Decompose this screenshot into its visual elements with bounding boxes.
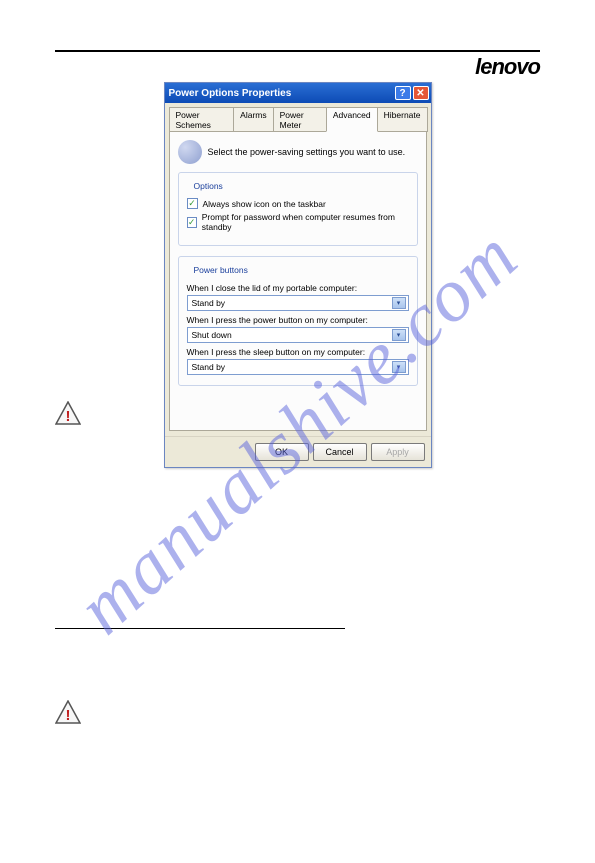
section-rule bbox=[55, 628, 345, 629]
tab-advanced[interactable]: Advanced bbox=[326, 107, 378, 132]
sleep-button-label: When I press the sleep button on my comp… bbox=[187, 347, 409, 357]
power-button-value: Shut down bbox=[192, 330, 232, 340]
tab-hibernate[interactable]: Hibernate bbox=[377, 107, 428, 132]
dialog-button-row: OK Cancel Apply bbox=[165, 436, 431, 467]
power-button-select[interactable]: Shut down ▾ bbox=[187, 327, 409, 343]
svg-text:!: ! bbox=[66, 707, 71, 724]
password-checkbox-label: Prompt for password when computer resume… bbox=[202, 212, 409, 232]
sleep-button-select[interactable]: Stand by ▾ bbox=[187, 359, 409, 375]
close-button[interactable]: ✕ bbox=[413, 86, 429, 100]
taskbar-checkbox[interactable]: ✓ bbox=[187, 198, 198, 209]
options-legend: Options bbox=[191, 181, 226, 191]
titlebar: Power Options Properties ? ✕ bbox=[165, 83, 431, 103]
lid-close-value: Stand by bbox=[192, 298, 226, 308]
header-rule bbox=[55, 50, 540, 52]
ok-button[interactable]: OK bbox=[255, 443, 309, 461]
dialog-container: Power Options Properties ? ✕ Power Schem… bbox=[55, 82, 540, 468]
apply-button[interactable]: Apply bbox=[371, 443, 425, 461]
sleep-button-value: Stand by bbox=[192, 362, 226, 372]
warning-icon: ! bbox=[55, 401, 81, 425]
tab-panel-advanced: Select the power-saving settings you wan… bbox=[169, 131, 427, 431]
chevron-down-icon: ▾ bbox=[392, 329, 406, 341]
password-checkbox-row: ✓ Prompt for password when computer resu… bbox=[187, 212, 409, 232]
chevron-down-icon: ▾ bbox=[392, 297, 406, 309]
taskbar-checkbox-label: Always show icon on the taskbar bbox=[203, 199, 326, 209]
lid-close-select[interactable]: Stand by ▾ bbox=[187, 295, 409, 311]
password-checkbox[interactable]: ✓ bbox=[187, 217, 197, 228]
tabs: Power Schemes Alarms Power Meter Advance… bbox=[165, 103, 431, 132]
power-button-label: When I press the power button on my comp… bbox=[187, 315, 409, 325]
cancel-button[interactable]: Cancel bbox=[313, 443, 367, 461]
dialog-title: Power Options Properties bbox=[169, 88, 292, 99]
titlebar-buttons: ? ✕ bbox=[395, 86, 429, 100]
power-buttons-legend: Power buttons bbox=[191, 265, 251, 275]
svg-text:!: ! bbox=[66, 408, 71, 425]
tab-power-schemes[interactable]: Power Schemes bbox=[169, 107, 235, 132]
lid-close-label: When I close the lid of my portable comp… bbox=[187, 283, 409, 293]
intro-row: Select the power-saving settings you wan… bbox=[178, 140, 418, 164]
power-options-dialog: Power Options Properties ? ✕ Power Schem… bbox=[164, 82, 432, 468]
help-button[interactable]: ? bbox=[395, 86, 411, 100]
brand-logo: lenovo bbox=[475, 54, 540, 80]
chevron-down-icon: ▾ bbox=[392, 361, 406, 373]
tab-alarms[interactable]: Alarms bbox=[233, 107, 273, 132]
warning-icon: ! bbox=[55, 700, 81, 724]
intro-text: Select the power-saving settings you wan… bbox=[208, 147, 406, 157]
options-fieldset: Options ✓ Always show icon on the taskba… bbox=[178, 172, 418, 246]
tab-power-meter[interactable]: Power Meter bbox=[273, 107, 327, 132]
power-buttons-fieldset: Power buttons When I close the lid of my… bbox=[178, 256, 418, 386]
taskbar-checkbox-row: ✓ Always show icon on the taskbar bbox=[187, 198, 409, 209]
power-icon bbox=[178, 140, 202, 164]
